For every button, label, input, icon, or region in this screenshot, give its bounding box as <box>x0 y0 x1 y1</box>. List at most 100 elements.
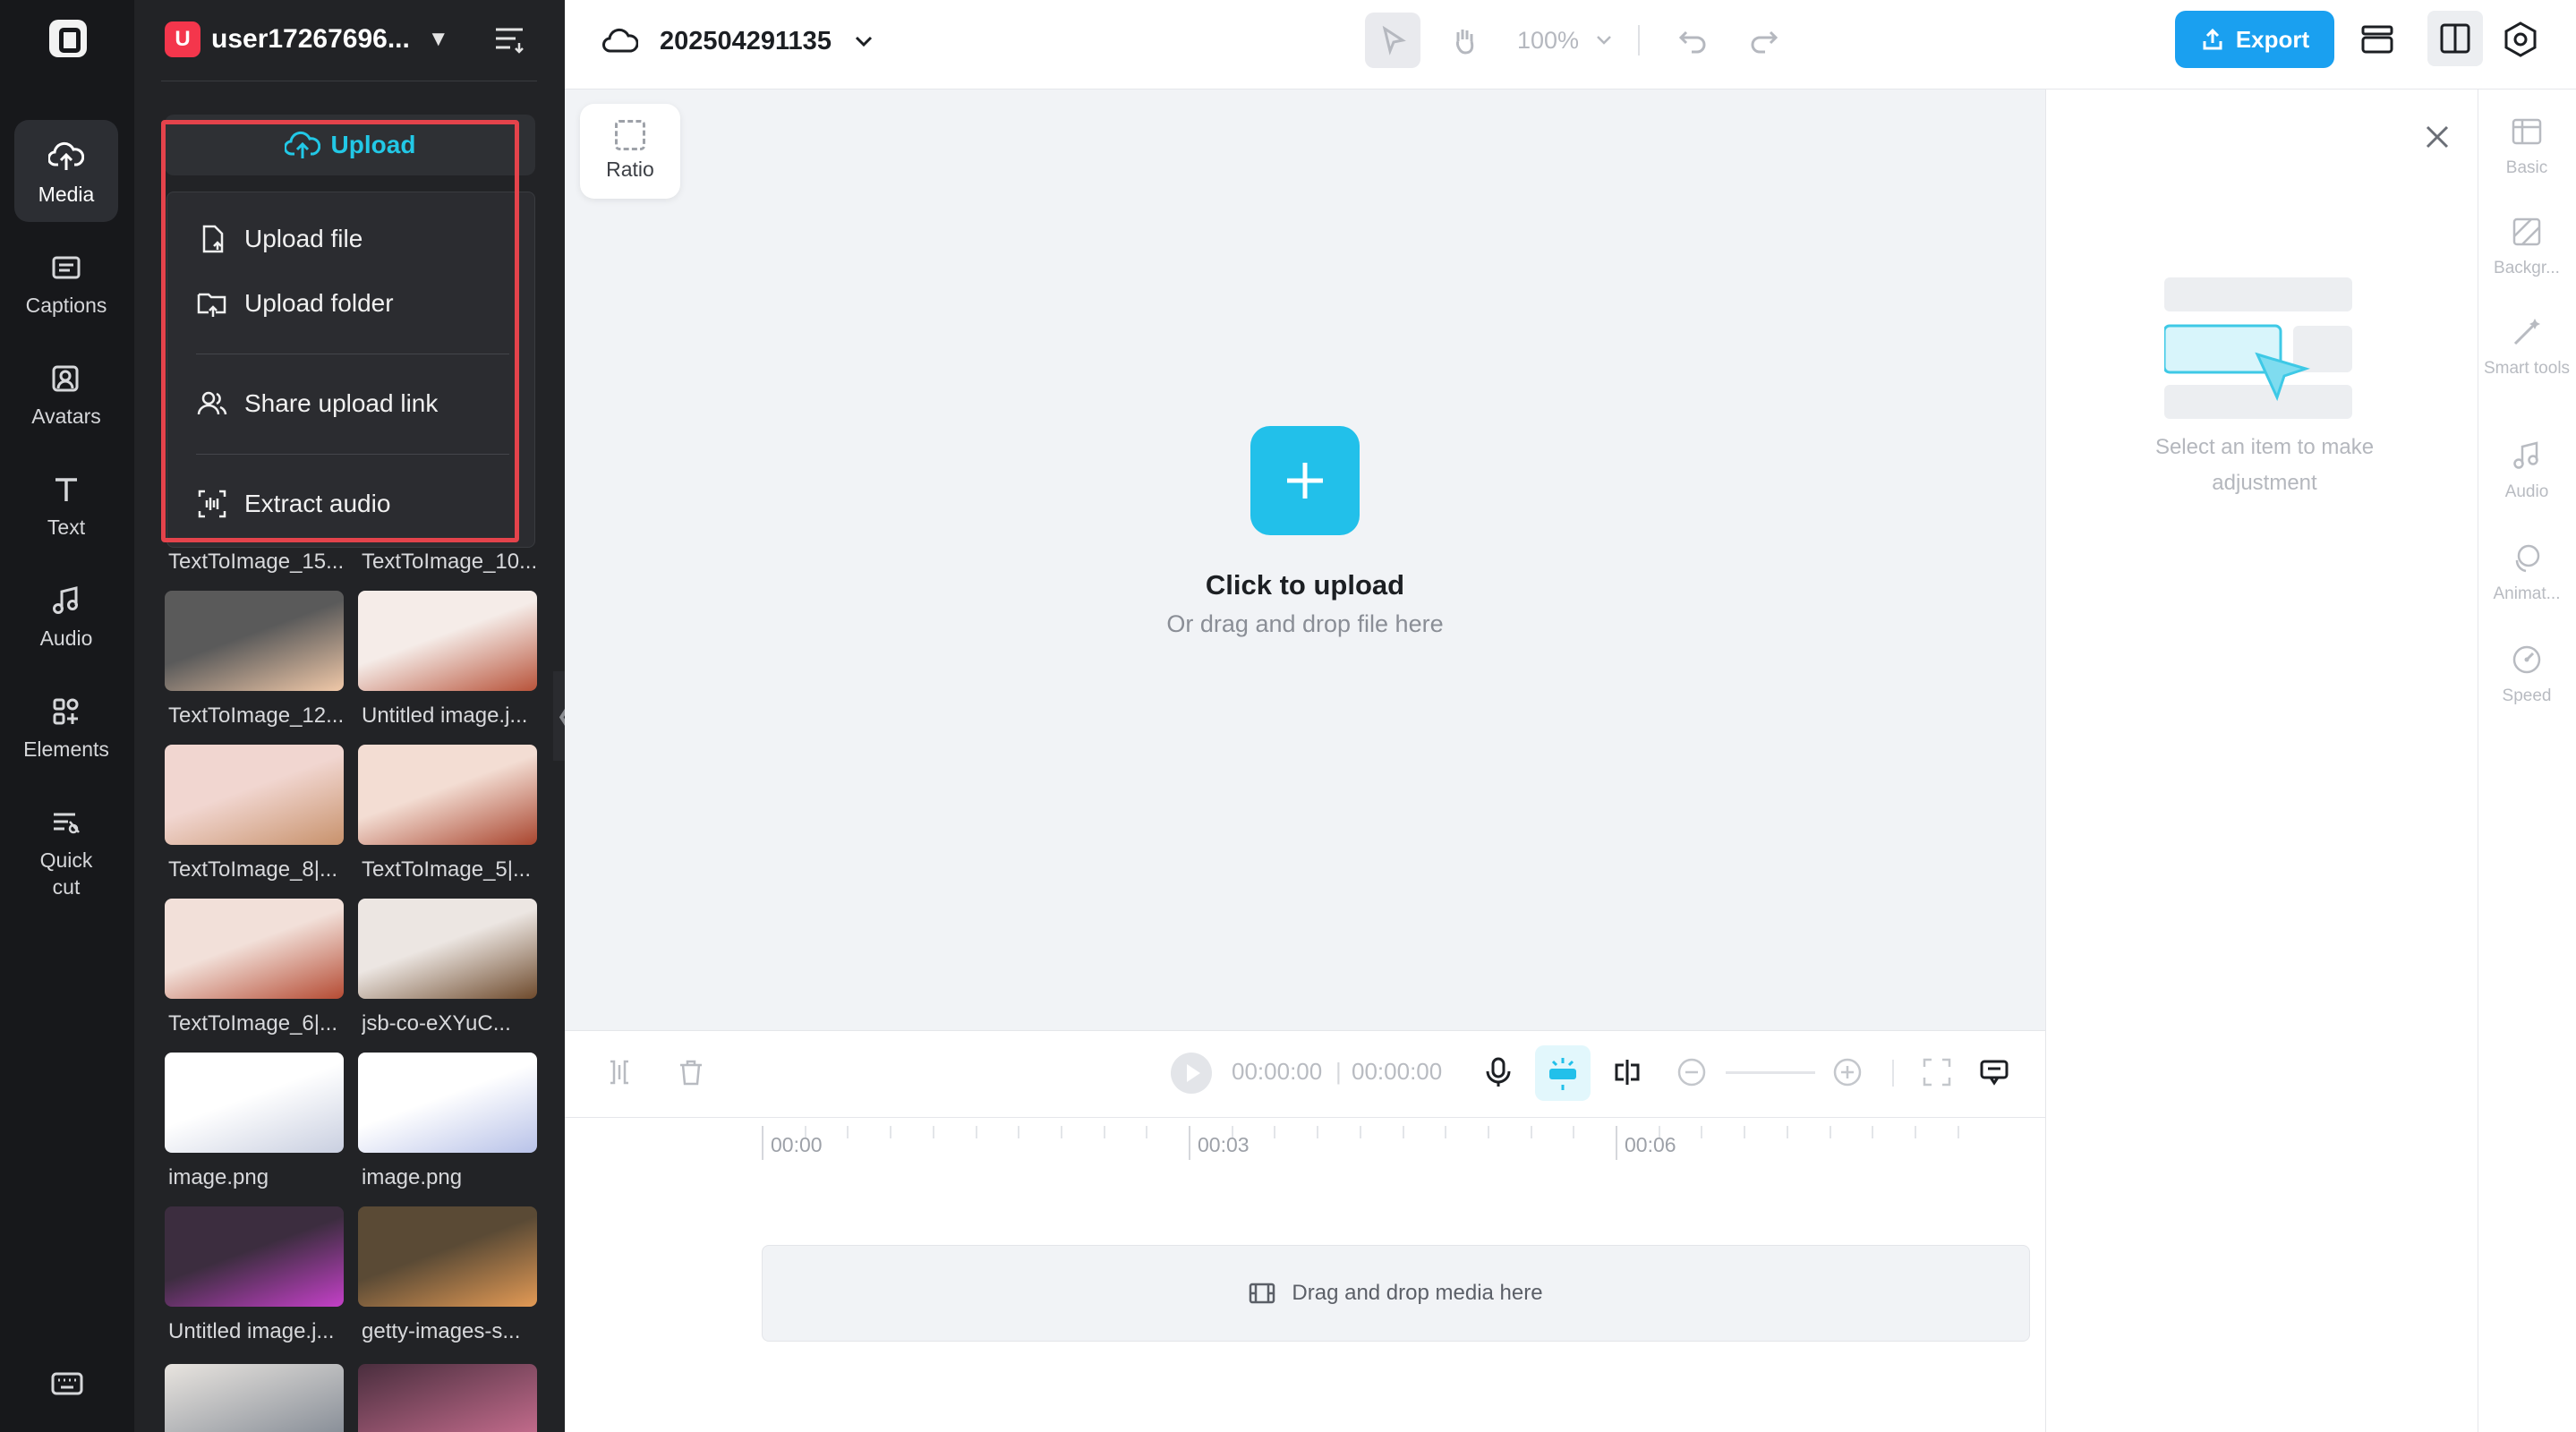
tab-smart-tools[interactable]: Smart tools <box>2482 315 2572 379</box>
tab-label: Audio <box>2504 482 2549 501</box>
layers-icon[interactable] <box>2358 20 2397 59</box>
media-drop-zone[interactable]: Drag and drop media here <box>762 1245 2030 1342</box>
ruler-tick <box>1616 1126 1617 1160</box>
trash-icon[interactable] <box>675 1056 707 1088</box>
plus-icon <box>1287 463 1323 499</box>
comment-icon[interactable] <box>1978 1056 2010 1088</box>
canvas-toolbar: 100% <box>1365 13 1792 68</box>
ruler-tick <box>1445 1126 1446 1138</box>
project-title[interactable]: 202504291135 <box>602 21 874 61</box>
media-thumbnail[interactable] <box>165 591 344 691</box>
microphone-icon[interactable] <box>1482 1056 1514 1088</box>
select-item-illustration <box>2164 277 2352 419</box>
hand-tool-button[interactable] <box>1437 13 1492 68</box>
basic-icon <box>2512 118 2542 145</box>
select-tool-button[interactable] <box>1365 13 1420 68</box>
nav-item-text[interactable]: Text <box>14 453 118 555</box>
keyboard-icon[interactable] <box>50 1367 84 1401</box>
nav-label-captions: Captions <box>25 294 107 317</box>
nav-label-media: Media <box>38 183 95 206</box>
nav-item-avatars[interactable]: Avatars <box>14 342 118 444</box>
play-icon[interactable] <box>1169 1051 1214 1095</box>
nav-item-quick-cut[interactable]: Quick cut <box>14 786 118 911</box>
account-switcher[interactable]: U user17267696... ▼ <box>165 20 449 59</box>
nav-rail: Media Captions Avatars Text Audio Elemen… <box>0 0 134 1432</box>
nav-item-elements[interactable]: Elements <box>14 675 118 777</box>
undo-button[interactable] <box>1665 13 1720 68</box>
settings-icon[interactable] <box>2501 20 2540 59</box>
ruler-label: 00:06 <box>1625 1133 1676 1156</box>
media-thumbnail[interactable] <box>165 1364 344 1432</box>
media-thumbnail[interactable] <box>358 1364 537 1432</box>
magnet-snap-icon <box>1549 1058 1576 1090</box>
fit-screen-icon[interactable] <box>1921 1056 1953 1088</box>
media-thumbnail-label: TextToImage_8|... <box>168 857 337 882</box>
media-thumbnail-label: TextToImage_15... <box>168 550 345 574</box>
tab-basic[interactable]: Basic <box>2478 115 2576 179</box>
ruler-tick <box>1104 1126 1105 1138</box>
ruler-tick <box>1573 1126 1574 1138</box>
ruler-label: 00:03 <box>1198 1133 1250 1156</box>
chevron-down-icon <box>855 36 873 47</box>
time-divider: | <box>1335 1058 1342 1085</box>
tab-speed[interactable]: Speed <box>2478 643 2576 707</box>
redo-button[interactable] <box>1736 13 1792 68</box>
ratio-button[interactable]: Ratio <box>580 104 680 199</box>
media-thumbnail-label: image.png <box>362 1165 463 1189</box>
auto-snap-button[interactable] <box>1535 1045 1591 1101</box>
cloud-icon <box>602 28 638 53</box>
canvas-area[interactable] <box>565 90 2045 1030</box>
media-thumbnail[interactable] <box>165 1053 344 1153</box>
tab-background[interactable]: Backgr... <box>2478 215 2576 279</box>
media-thumbnail[interactable] <box>165 745 344 845</box>
ruler-label: 00:00 <box>771 1133 823 1156</box>
media-thumbnail[interactable] <box>358 745 537 845</box>
app-logo[interactable] <box>49 20 87 57</box>
zoom-in-icon[interactable] <box>1831 1056 1864 1088</box>
chevron-down-icon[interactable] <box>1595 34 1613 47</box>
ruler-tick <box>1872 1126 1873 1138</box>
tab-animation[interactable]: Animat... <box>2478 541 2576 605</box>
nav-item-audio[interactable]: Audio <box>14 564 118 666</box>
nav-label-text: Text <box>47 516 86 539</box>
chevron-down-icon: ▼ <box>427 27 449 51</box>
add-media-button[interactable] <box>1250 426 1360 535</box>
click-to-upload-text[interactable]: Click to upload <box>1074 569 1536 601</box>
hand-icon <box>1456 30 1474 55</box>
tab-label: Basic <box>2505 158 2548 177</box>
media-thumbnail-label: TextToImage_5|... <box>362 857 531 882</box>
media-thumbnail[interactable] <box>165 899 344 999</box>
media-thumbnail[interactable] <box>358 899 537 999</box>
media-thumbnail[interactable] <box>358 1206 537 1307</box>
ruler-tick <box>1018 1126 1019 1138</box>
ruler-tick <box>1061 1126 1062 1138</box>
media-thumbnail-label: TextToImage_12... <box>168 703 345 728</box>
close-icon[interactable] <box>2422 122 2452 152</box>
ruler-tick <box>847 1126 849 1138</box>
sort-menu-icon[interactable] <box>492 23 528 55</box>
hint-line: Select an item to make <box>2154 435 2375 459</box>
tab-label: Animat... <box>2493 584 2561 603</box>
media-thumbnail[interactable] <box>358 591 537 691</box>
zoom-level[interactable]: 100% <box>1517 27 1579 55</box>
zoom-slider[interactable] <box>1726 1071 1815 1074</box>
nav-label-avatars: Avatars <box>31 405 101 428</box>
ruler-tick <box>976 1126 977 1138</box>
split-icon[interactable] <box>603 1056 635 1088</box>
elements-icon <box>53 698 79 725</box>
tab-audio[interactable]: Audio <box>2478 439 2576 503</box>
current-time: 00:00:00 <box>1232 1058 1323 1085</box>
nav-item-media[interactable]: Media <box>14 120 118 222</box>
export-button[interactable]: Export <box>2175 11 2334 68</box>
ruler-tick <box>1488 1126 1489 1138</box>
zoom-out-icon[interactable] <box>1676 1056 1708 1088</box>
ratio-icon <box>615 120 645 150</box>
media-thumbnail[interactable] <box>165 1206 344 1307</box>
media-thumbnail-label: image.png <box>168 1165 269 1189</box>
media-thumbnail[interactable] <box>358 1053 537 1153</box>
split-center-icon[interactable] <box>1611 1056 1643 1088</box>
layout-toggle-button[interactable] <box>2427 11 2483 66</box>
ruler-tick <box>1360 1126 1361 1138</box>
quick-cut-icon <box>54 813 80 834</box>
nav-item-captions[interactable]: Captions <box>14 231 118 333</box>
